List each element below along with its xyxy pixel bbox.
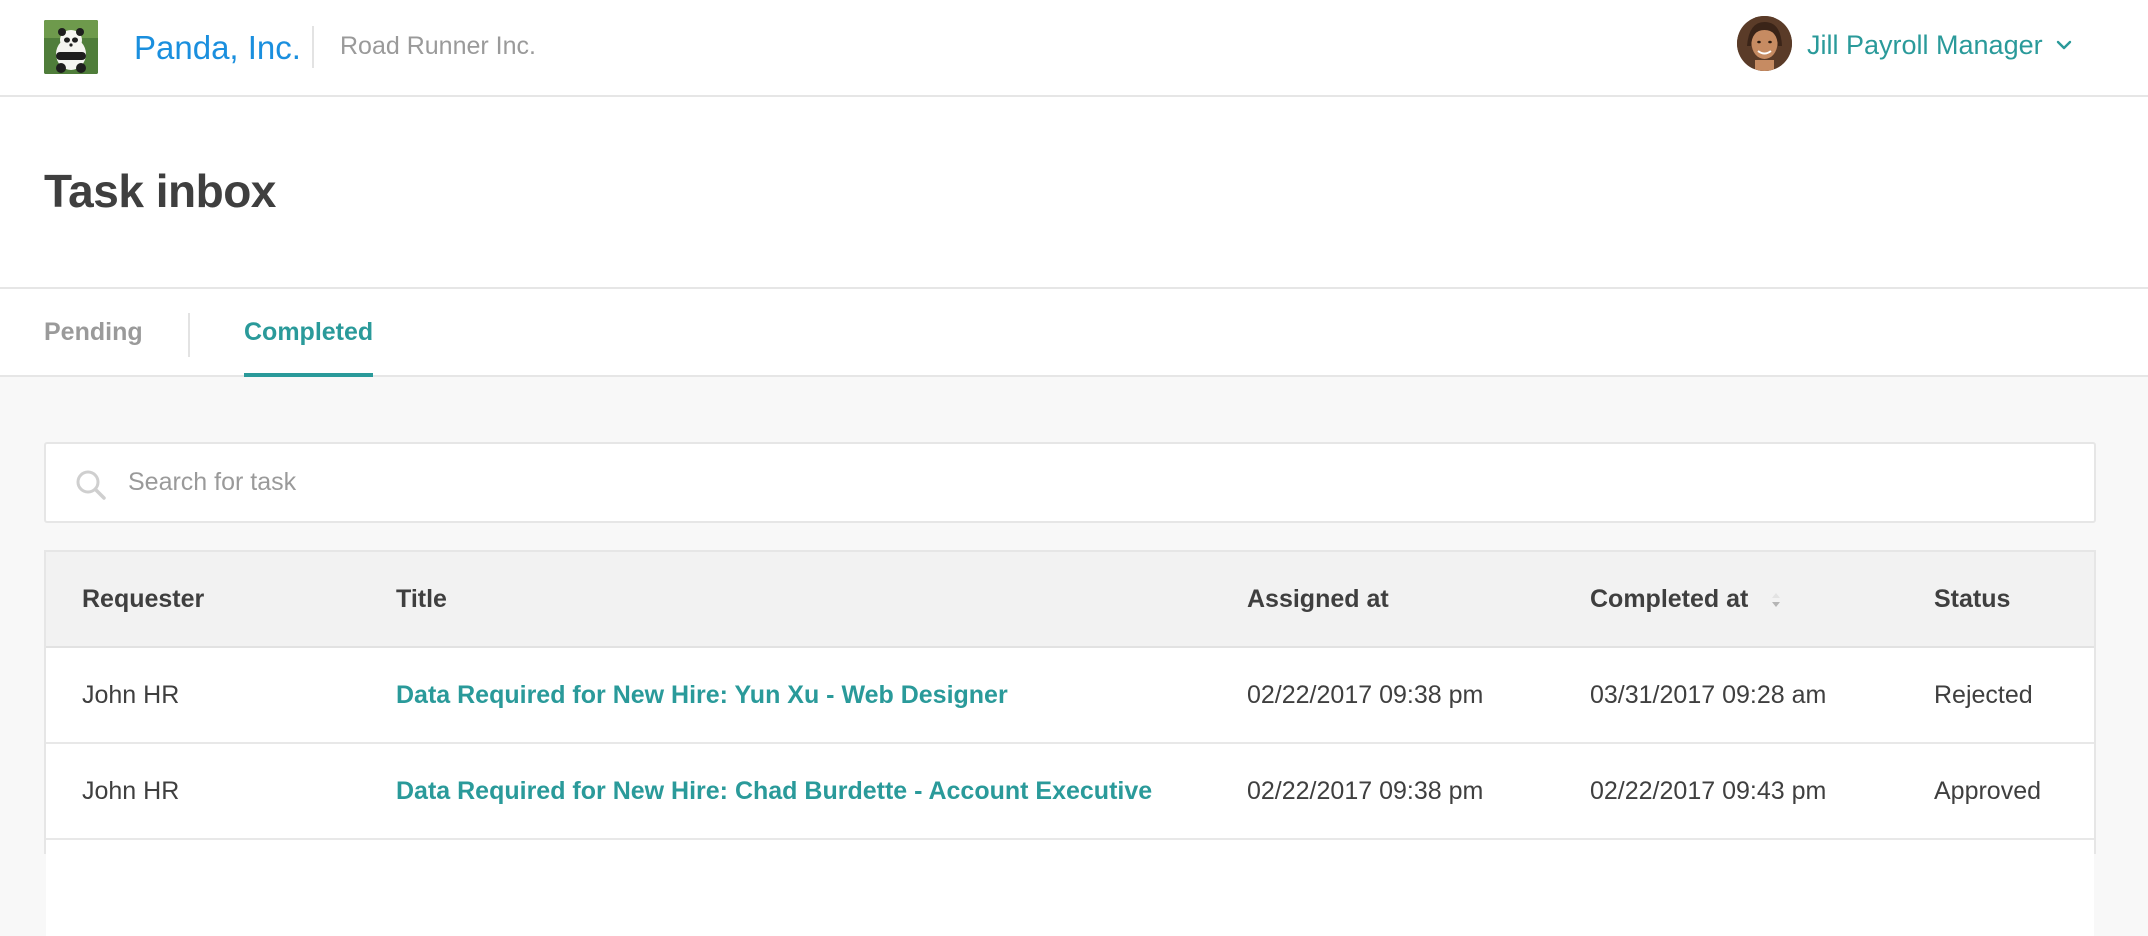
assigned-at-cell: 02/22/2017 09:38 pm xyxy=(1247,681,1484,709)
tab-pending[interactable]: Pending xyxy=(44,289,143,375)
avatar-image xyxy=(1737,16,1792,71)
search-input[interactable] xyxy=(128,446,2068,519)
tab-completed-label: Completed xyxy=(244,318,374,346)
sort-icon[interactable] xyxy=(1769,588,1783,612)
page-header: Task inbox xyxy=(0,97,2148,289)
column-header-status: Status xyxy=(1934,585,2011,613)
table-row[interactable] xyxy=(46,840,2094,936)
task-title-link[interactable]: Data Required for New Hire: Chad Burdett… xyxy=(396,744,1152,838)
page-title: Task inbox xyxy=(44,165,276,217)
status-cell: Rejected xyxy=(1934,681,2033,709)
brand-name[interactable]: Panda, Inc. xyxy=(134,25,301,71)
completed-at-cell: 03/31/2017 09:28 am xyxy=(1590,681,1827,709)
active-tab-indicator xyxy=(244,373,374,377)
column-header-title: Title xyxy=(396,585,447,613)
panda-logo-image xyxy=(44,20,98,74)
requester-cell: John HR xyxy=(82,777,180,805)
task-title-link[interactable]: Data Required for New Hire: Yun Xu - Web… xyxy=(396,648,1008,742)
column-header-requester: Requester xyxy=(82,585,205,613)
user-name: Jill Payroll Manager xyxy=(1807,30,2043,60)
column-header-completed-at[interactable]: Completed at xyxy=(1590,552,1783,646)
search-box xyxy=(44,442,2096,523)
table-row[interactable]: John HR Data Required for New Hire: Chad… xyxy=(46,744,2094,840)
assigned-at-cell: 02/22/2017 09:38 pm xyxy=(1247,777,1484,805)
panda-logo[interactable] xyxy=(44,20,98,74)
chevron-down-icon xyxy=(2056,40,2071,50)
header-divider xyxy=(312,26,314,68)
user-avatar[interactable] xyxy=(1737,16,1792,71)
completed-at-cell: 02/22/2017 09:43 pm xyxy=(1590,777,1827,805)
company-name: Road Runner Inc. xyxy=(340,32,536,60)
search-icon xyxy=(76,470,106,500)
top-bar: Panda, Inc. Road Runner Inc. Jill Payrol… xyxy=(0,0,2148,97)
status-cell: Approved xyxy=(1934,777,2042,805)
tab-bar: Pending Completed xyxy=(0,289,2148,377)
user-menu[interactable]: Jill Payroll Manager xyxy=(1807,25,2075,65)
table-header: Requester Title Assigned at Completed at… xyxy=(46,552,2094,648)
table-row[interactable]: John HR Data Required for New Hire: Yun … xyxy=(46,648,2094,744)
column-header-completed-at-label: Completed at xyxy=(1590,585,1749,613)
requester-cell: John HR xyxy=(82,681,180,709)
tab-completed[interactable]: Completed xyxy=(244,289,374,377)
task-table: Requester Title Assigned at Completed at… xyxy=(44,550,2096,936)
tab-divider xyxy=(188,313,190,357)
column-header-assigned-at: Assigned at xyxy=(1247,585,1389,613)
